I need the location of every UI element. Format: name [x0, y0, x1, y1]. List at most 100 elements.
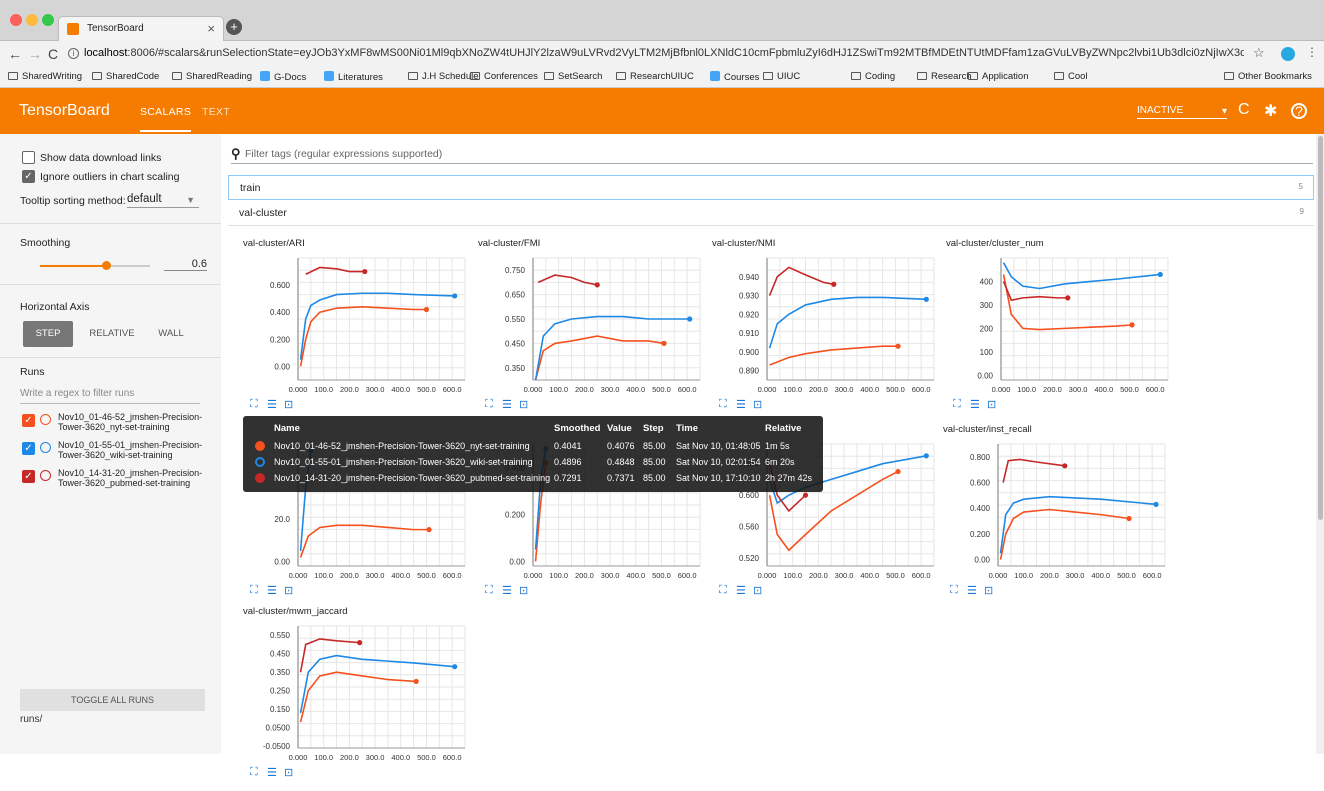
bookmark-label: SharedCode [106, 71, 160, 82]
browser-menu-icon[interactable]: ⋮ [1306, 45, 1318, 59]
fit-domain-icon[interactable]: ⊡ [519, 584, 528, 597]
expand-icon[interactable]: ⛶ [485, 584, 493, 597]
ignore-outliers-checkbox[interactable]: ✓ [22, 170, 35, 183]
smoothing-slider-knob[interactable] [102, 261, 111, 270]
bookmark-item[interactable]: Cool [1054, 71, 1088, 82]
data-table-icon[interactable]: ☰ [267, 584, 277, 597]
fit-domain-icon[interactable]: ⊡ [984, 584, 993, 597]
gear-icon[interactable]: ✱ [1264, 101, 1277, 121]
fit-domain-icon[interactable]: ⊡ [284, 584, 293, 597]
scalar-chart-card: val-cluster/ARI 0.00 0.200 0.400 0.600 0.000 1… [243, 238, 475, 423]
expand-icon[interactable]: ⛶ [953, 398, 961, 411]
category-train[interactable]: train 5 [228, 175, 1314, 200]
chart-plot[interactable]: 0.350 0.450 0.550 0.650 0.750 0.000 100.0 200.0… [478, 252, 710, 402]
close-tab-icon[interactable]: × [207, 21, 215, 36]
fit-domain-icon[interactable]: ⊡ [987, 398, 996, 411]
fit-domain-icon[interactable]: ⊡ [284, 766, 293, 779]
axis-step-button[interactable]: STEP [23, 321, 73, 347]
bookmark-star-icon[interactable]: ☆ [1253, 45, 1265, 61]
bookmark-item[interactable]: Literatures [324, 71, 383, 83]
bookmark-item[interactable]: UIUC [763, 71, 800, 82]
run-item[interactable]: ✓ Nov10_14-31-20_jmshen-Precision-Tower-… [22, 468, 212, 492]
chart-plot[interactable]: 0.00 100 200 300 400 0.000 100.0 200.0 300.0 400.… [946, 252, 1178, 402]
data-table-icon[interactable]: ☰ [267, 766, 277, 779]
run-regex-input[interactable]: Write a regex to filter runs [20, 388, 200, 404]
run-item[interactable]: ✓ Nov10_01-46-52_jmshen-Precision-Tower-… [22, 412, 212, 436]
smoothing-input[interactable]: 0.6 [164, 258, 207, 271]
bookmark-item[interactable]: G-Docs [260, 71, 306, 83]
y-tick-label: 0.750 [505, 266, 526, 275]
bookmark-item[interactable]: Coding [851, 71, 895, 82]
bookmark-item[interactable]: Conferences [470, 71, 538, 82]
expand-icon[interactable]: ⛶ [719, 584, 727, 597]
minimize-window-dot[interactable] [26, 14, 38, 26]
chart-plot[interactable]: 0.00 0.200 0.400 0.600 0.800 0.000 100.0 200.0 3… [943, 438, 1175, 588]
tag-filter[interactable]: ⚲ Filter tags (regular expressions suppo… [231, 146, 1313, 164]
bookmark-item[interactable]: J.H Schedule [408, 71, 479, 82]
axis-wall-button[interactable]: WALL [150, 321, 192, 347]
new-tab-button[interactable]: + [226, 19, 242, 35]
divider [0, 284, 221, 285]
close-window-dot[interactable] [10, 14, 22, 26]
bookmark-item[interactable]: SharedReading [172, 71, 252, 82]
reload-icon[interactable]: C [48, 46, 58, 62]
url-rest: :8006/#scalars&runSelectionState=eyJOb3Y… [127, 47, 1244, 59]
data-table-icon[interactable]: ☰ [267, 398, 277, 411]
expand-icon[interactable]: ⛶ [250, 398, 258, 411]
bookmark-item[interactable]: Courses [710, 71, 759, 83]
fit-domain-icon[interactable]: ⊡ [519, 398, 528, 411]
tooltip-value: 0.7371 [607, 473, 635, 483]
data-table-icon[interactable]: ☰ [502, 584, 512, 597]
info-icon[interactable]: i [68, 48, 79, 59]
bookmark-item[interactable]: Research [917, 71, 972, 82]
chart-plot[interactable]: 0.890 0.900 0.910 0.920 0.930 0.940 0.000 100.0… [712, 252, 944, 402]
data-table-icon[interactable]: ☰ [736, 584, 746, 597]
fit-domain-icon[interactable]: ⊡ [284, 398, 293, 411]
dashboard-select[interactable]: INACTIVE ▾ [1137, 105, 1227, 119]
data-table-icon[interactable]: ☰ [736, 398, 746, 411]
run-checkbox[interactable]: ✓ [22, 470, 35, 483]
data-table-icon[interactable]: ☰ [970, 398, 980, 411]
tooltip-sorting-select[interactable]: default ▼ [127, 193, 199, 208]
expand-icon[interactable]: ⛶ [950, 584, 958, 597]
data-table-icon[interactable]: ☰ [502, 398, 512, 411]
fit-domain-icon[interactable]: ⊡ [753, 584, 762, 597]
download-links-checkbox[interactable] [22, 151, 35, 164]
page-scrollbar-thumb[interactable] [1318, 136, 1323, 520]
tab-text[interactable]: TEXT [202, 106, 230, 118]
bookmark-item[interactable]: ResearchUIUC [616, 71, 694, 82]
run-checkbox[interactable]: ✓ [22, 442, 35, 455]
x-tick-label: 300.0 [835, 571, 854, 580]
bookmark-item[interactable]: SharedCode [92, 71, 159, 82]
category-val-cluster[interactable]: val-cluster 9 [228, 201, 1314, 226]
bookmark-item[interactable]: SharedWriting [8, 71, 82, 82]
extension-icon[interactable] [1281, 47, 1295, 61]
chart-title: val-cluster/NMI [712, 238, 776, 249]
run-item[interactable]: ✓ Nov10_01-55-01_jmshen-Precision-Tower-… [22, 440, 212, 464]
back-icon[interactable]: ← [8, 46, 22, 62]
axis-relative-button[interactable]: RELATIVE [83, 321, 141, 347]
expand-icon[interactable]: ⛶ [485, 398, 493, 411]
browser-tab-tensorboard[interactable]: TensorBoard × [58, 16, 224, 41]
expand-icon[interactable]: ⛶ [250, 584, 258, 597]
bookmark-item[interactable]: SetSearch [544, 71, 602, 82]
maximize-window-dot[interactable] [42, 14, 54, 26]
bookmark-item[interactable]: Application [968, 71, 1028, 82]
forward-icon[interactable]: → [28, 46, 42, 62]
refresh-icon[interactable]: C [1238, 101, 1250, 119]
scalar-chart-card: val-cluster/mwm_jaccard -0.0500 0.0500 0.15… [243, 606, 475, 791]
toggle-all-runs-button[interactable]: TOGGLE ALL RUNS [20, 689, 205, 711]
chart-plot[interactable]: 0.00 0.200 0.400 0.600 0.000 100.0 200.0 300.0 4… [243, 252, 475, 402]
run-checkbox[interactable]: ✓ [22, 414, 35, 427]
expand-icon[interactable]: ⛶ [719, 398, 727, 411]
help-icon[interactable]: ? [1291, 103, 1307, 119]
bookmark-item[interactable]: Other Bookmarks [1224, 71, 1312, 82]
x-tick-label: 300.0 [601, 571, 620, 580]
x-tick-label: 100.0 [1017, 385, 1036, 394]
tab-scalars[interactable]: SCALARS [140, 106, 192, 132]
expand-icon[interactable]: ⛶ [250, 766, 258, 779]
data-table-icon[interactable]: ☰ [967, 584, 977, 597]
fit-domain-icon[interactable]: ⊡ [753, 398, 762, 411]
chart-plot[interactable]: -0.0500 0.0500 0.150 0.250 0.350 0.450 0.550 0.… [243, 620, 475, 770]
url-field[interactable]: localhost:8006/#scalars&runSelectionStat… [84, 47, 1244, 59]
